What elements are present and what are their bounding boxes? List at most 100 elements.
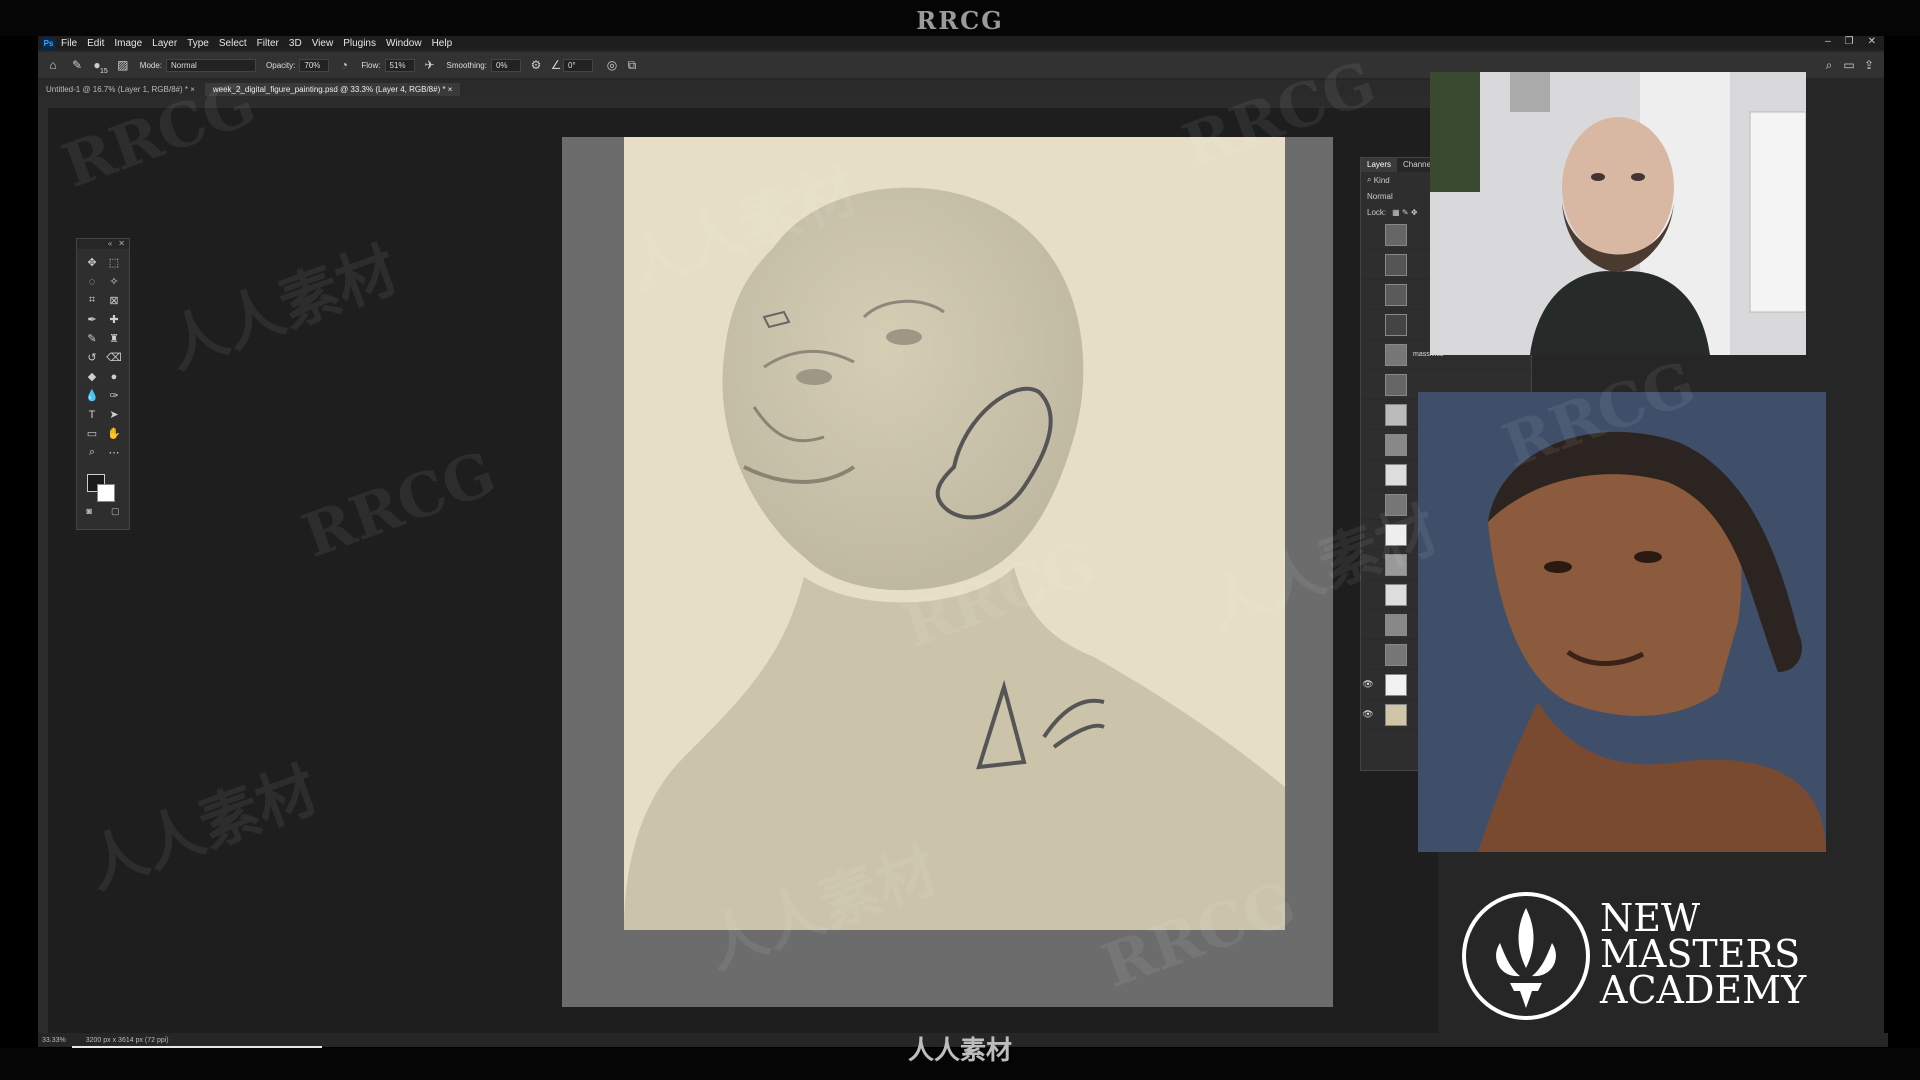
share-icon[interactable]: ⇪ [1862,58,1876,72]
sketch-artwork[interactable] [624,137,1285,930]
menu-image[interactable]: Image [114,38,142,49]
minimize-icon[interactable]: – [1825,36,1831,47]
smoothing-label: Smoothing: [446,60,487,70]
layer-thumbnail [1385,283,1407,306]
visibility-toggle[interactable] [1361,250,1375,279]
history-brush-icon[interactable]: ↺ [81,350,103,365]
brush-tool-icon[interactable]: ✎ [70,58,84,72]
rectangle-tool-icon[interactable]: ▭ [81,426,103,441]
move-tool-icon[interactable]: ✥ [81,255,103,270]
restore-icon[interactable]: ❐ [1845,36,1854,47]
visibility-toggle[interactable] [1361,370,1375,399]
opacity-field[interactable]: 70% [299,58,330,72]
more-tools-icon[interactable]: ⋯ [103,445,125,460]
reference-photo [1418,392,1826,852]
zoom-tool-icon[interactable]: ⌕ [81,445,103,460]
visibility-toggle[interactable] [1361,490,1375,519]
stamp-icon[interactable]: ♜ [103,331,125,346]
webcam-feed [1430,72,1806,355]
visibility-toggle[interactable] [1361,340,1375,369]
search-icon[interactable]: ⌕ [1822,58,1836,72]
eraser-icon[interactable]: ⌫ [103,350,125,365]
visibility-toggle[interactable] [1361,280,1375,309]
menu-edit[interactable]: Edit [87,38,104,49]
healing-brush-icon[interactable]: ✚ [103,312,125,327]
menu-window[interactable]: Window [386,38,422,49]
symmetry-icon[interactable]: ⧉ [625,58,639,72]
menu-help[interactable]: Help [432,38,453,49]
type-tool-icon[interactable]: T [81,407,103,422]
visibility-toggle[interactable] [1361,460,1375,489]
visibility-toggle[interactable] [1361,550,1375,579]
home-icon[interactable]: ⌂ [46,58,60,72]
lock-icon[interactable]: ▦ ✎ ✥ [1392,208,1417,217]
flow-field[interactable]: 51% [384,58,415,72]
visibility-toggle[interactable] [1361,310,1375,339]
tab-label: Untitled-1 @ 16.7% (Layer 1, RGB/8#) * [46,85,188,94]
layer-thumbnail [1385,703,1407,726]
layer-thumbnail [1385,313,1407,336]
blend-mode-select[interactable]: Normal [1367,192,1393,201]
tab-layers[interactable]: Layers [1361,158,1398,172]
eyedropper-icon[interactable]: ✒ [81,312,103,327]
eye-icon[interactable]: 👁 [1361,670,1375,699]
collapse-icon[interactable]: « [108,239,112,249]
gear-icon[interactable]: ⚙ [529,58,543,72]
tab-untitled-1[interactable]: Untitled-1 @ 16.7% (Layer 1, RGB/8#) * × [38,83,203,96]
layer-thumbnail [1385,523,1407,546]
layer-thumbnail [1385,343,1407,366]
pen-icon[interactable]: ✑ [103,388,125,403]
crop-tool-icon[interactable]: ⌗ [81,293,103,308]
visibility-toggle[interactable] [1361,640,1375,669]
brush-settings-icon[interactable]: ▨ [116,58,130,72]
menu-3d[interactable]: 3D [289,38,302,49]
visibility-toggle[interactable] [1361,610,1375,639]
dodge-icon[interactable]: ● [103,369,125,384]
angle-field[interactable]: 0° [562,58,593,72]
hand-tool-icon[interactable]: ✋ [103,426,125,441]
visibility-toggle[interactable] [1361,220,1375,249]
tab-week-2-figure-painting[interactable]: week_2_digital_figure_painting.psd @ 33.… [204,83,461,96]
logo-line-masters: MASTERS [1600,932,1801,976]
path-select-icon[interactable]: ➤ [103,407,125,422]
portrait-sketch [624,187,1285,930]
mode-select[interactable]: Normal [166,58,257,72]
menu-filter[interactable]: Filter [257,38,279,49]
logo-line-academy: ACADEMY [1600,968,1807,1012]
smoothing-field[interactable]: 0% [490,58,521,72]
workspace-icon[interactable]: ▭ [1842,58,1856,72]
menu-plugins[interactable]: Plugins [343,38,376,49]
close-panel-icon[interactable]: ✕ [118,239,125,249]
menu-type[interactable]: Type [187,38,209,49]
background-color[interactable] [97,484,115,502]
menu-file[interactable]: File [61,38,77,49]
pressure-opacity-icon[interactable]: ◔ [337,58,351,72]
menu-view[interactable]: View [312,38,334,49]
menu-select[interactable]: Select [219,38,247,49]
menu-layer[interactable]: Layer [152,38,177,49]
visibility-toggle[interactable] [1361,400,1375,429]
lasso-tool-icon[interactable]: ◌ [81,274,103,289]
layer-thumbnail [1385,223,1407,246]
watermark-top: RRCG [916,6,1004,35]
layer-thumbnail [1385,583,1407,606]
visibility-toggle[interactable] [1361,580,1375,609]
layer-thumbnail [1385,373,1407,396]
lock-label: Lock: [1367,207,1387,217]
brush-icon[interactable]: ✎ [81,331,103,346]
frame-tool-icon[interactable]: ⊠ [103,293,125,308]
marquee-tool-icon[interactable]: ⬚ [103,255,125,270]
kind-filter[interactable]: Kind [1374,176,1390,185]
visibility-toggle[interactable] [1361,430,1375,459]
airbrush-icon[interactable]: ✈ [423,58,437,72]
magic-wand-icon[interactable]: ✧ [103,274,125,289]
bucket-icon[interactable]: ◆ [81,369,103,384]
pressure-size-icon[interactable]: ◎ [605,58,619,72]
layer-thumbnail [1385,433,1407,456]
eye-icon[interactable]: 👁 [1361,700,1375,729]
close-icon[interactable]: ✕ [1868,36,1876,47]
blur-icon[interactable]: 💧 [81,388,103,403]
visibility-toggle[interactable] [1361,520,1375,549]
color-swatches[interactable] [77,470,129,510]
filter-icon: ⌕ [1367,175,1374,184]
